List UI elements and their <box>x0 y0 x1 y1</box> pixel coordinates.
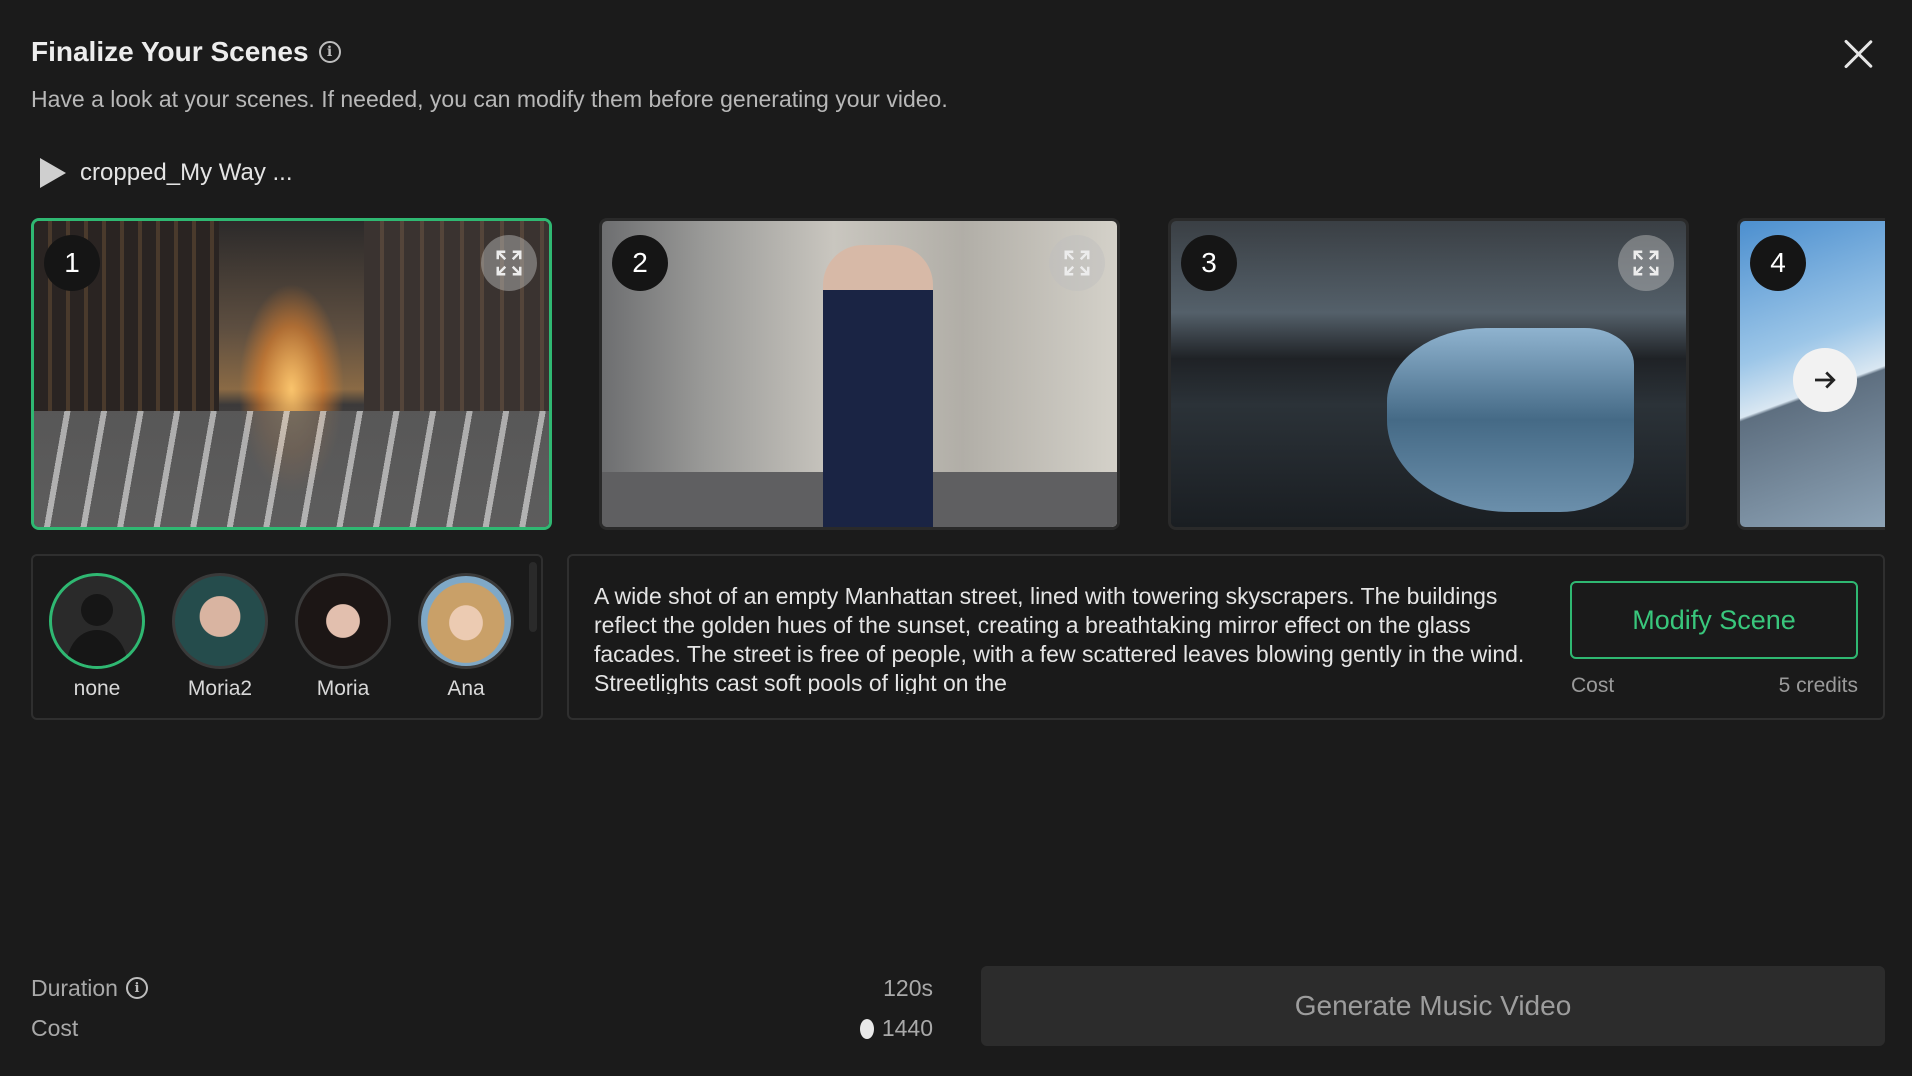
character-name: Moria2 <box>187 677 253 700</box>
scene-number: 4 <box>1750 235 1806 291</box>
play-icon[interactable] <box>40 158 66 188</box>
total-cost-value: 1440 <box>881 1014 933 1041</box>
scene-card-2[interactable]: 2 <box>599 218 1120 530</box>
avatar <box>418 573 514 669</box>
summary: Duration i 120s Cost 1440 <box>31 968 933 1048</box>
scene-carousel: 1 2 3 4 <box>31 218 1885 530</box>
header: Finalize Your Scenes i <box>31 36 341 68</box>
character-name: Ana <box>447 677 485 700</box>
expand-icon[interactable] <box>1618 235 1674 291</box>
expand-icon[interactable] <box>1049 235 1105 291</box>
scene-card-1[interactable]: 1 <box>31 218 552 530</box>
character-picker: none Moria2 Moria Ana <box>31 554 543 720</box>
page-subtitle: Have a look at your scenes. If needed, y… <box>31 86 948 112</box>
arrow-right-icon <box>1815 371 1836 389</box>
expand-icon[interactable] <box>481 235 537 291</box>
duration-row: Duration i 120s <box>31 968 933 1008</box>
scene-description: A wide shot of an empty Manhattan street… <box>594 583 1525 694</box>
total-cost-label: Cost <box>31 1014 79 1041</box>
scene-number: 1 <box>44 235 100 291</box>
generate-music-video-button[interactable]: Generate Music Video <box>981 966 1885 1046</box>
credit-icon <box>859 1018 874 1039</box>
character-name: none <box>73 677 121 700</box>
scene-detail-panel: A wide shot of an empty Manhattan street… <box>567 554 1885 720</box>
character-name: Moria <box>316 677 370 700</box>
modify-scene-button[interactable]: Modify Scene <box>1570 581 1858 659</box>
scrollbar[interactable] <box>529 562 537 632</box>
duration-label: Duration <box>31 974 118 1001</box>
avatar <box>49 573 145 669</box>
close-icon[interactable] <box>1842 38 1874 70</box>
scene-card-3[interactable]: 3 <box>1168 218 1689 530</box>
avatar <box>295 573 391 669</box>
audio-track-name: cropped_My Way ... <box>80 159 293 186</box>
total-cost-row: Cost 1440 <box>31 1008 933 1048</box>
scene-number: 3 <box>1181 235 1237 291</box>
scene-cost-label: Cost <box>1571 674 1615 697</box>
scene-thumbnail <box>602 221 1117 527</box>
avatar <box>172 573 268 669</box>
info-icon[interactable]: i <box>318 41 341 63</box>
character-moria2[interactable]: Moria2 <box>172 573 268 701</box>
carousel-next-button[interactable] <box>1793 348 1857 412</box>
scene-cost-value: 5 credits <box>1778 674 1858 697</box>
character-moria[interactable]: Moria <box>295 573 391 701</box>
info-icon[interactable]: i <box>125 977 148 999</box>
audio-player: cropped_My Way ... <box>40 158 293 188</box>
scene-number: 2 <box>612 235 668 291</box>
person-silhouette-icon <box>66 594 128 666</box>
scene-thumbnail <box>34 221 549 527</box>
duration-value: 120s <box>883 974 933 1001</box>
character-none[interactable]: none <box>49 573 145 701</box>
page-title: Finalize Your Scenes <box>31 36 309 67</box>
character-ana[interactable]: Ana <box>418 573 514 701</box>
scene-thumbnail <box>1171 221 1686 527</box>
